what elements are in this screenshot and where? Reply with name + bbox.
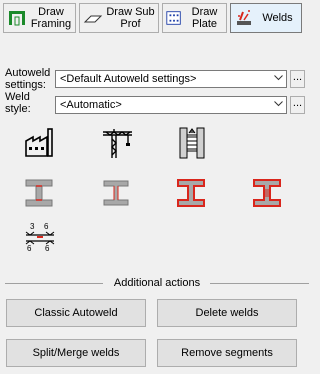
chevron-down-icon	[274, 101, 283, 107]
split-merge-welds-button[interactable]: Split/Merge welds	[6, 339, 146, 367]
separator-right	[210, 283, 309, 284]
weld-style-label: Weld style:	[5, 91, 31, 115]
weld-style-browse-button[interactable]: ...	[290, 96, 305, 114]
delete-welds-button[interactable]: Delete welds	[157, 299, 297, 327]
weld-symbol-top-right: 6	[44, 222, 49, 231]
weld-symbol-icon[interactable]: 3 6 6 6	[24, 221, 56, 253]
classic-autoweld-button[interactable]: Classic Autoweld	[6, 299, 146, 327]
remove-segments-button[interactable]: Remove segments	[157, 339, 297, 367]
autoweld-settings-browse-button[interactable]: ...	[290, 70, 305, 88]
weld-symbol-bottom-left: 6	[27, 244, 32, 253]
draw-sub-prof-label: Draw Sub Prof	[106, 6, 155, 30]
draw-framing-label: Draw Framing	[30, 6, 72, 30]
sub-profile-icon	[83, 15, 103, 23]
weld-symbol-top-left: 3	[30, 222, 35, 231]
weld-symbol-bottom-right: 6	[45, 244, 50, 253]
factory-icon[interactable]	[23, 127, 55, 159]
ibeam-red-outline-rotated-icon[interactable]	[251, 177, 283, 209]
framing-icon	[9, 11, 25, 26]
welds-label: Welds	[262, 12, 293, 24]
draw-framing-button[interactable]: Draw Framing	[3, 3, 76, 33]
weld-style-select[interactable]: <Automatic>	[55, 96, 287, 114]
ibeam-red-outline-icon[interactable]	[175, 177, 207, 209]
autoweld-settings-select[interactable]: <Default Autoweld settings>	[55, 70, 287, 88]
draw-plate-label: Draw Plate	[191, 6, 218, 30]
weld-joint-icon[interactable]	[176, 127, 208, 159]
chevron-down-icon	[274, 75, 283, 81]
draw-sub-prof-button[interactable]: Draw Sub Prof	[79, 3, 159, 33]
autoweld-settings-value: <Default Autoweld settings>	[60, 73, 197, 85]
weld-style-value: <Automatic>	[60, 99, 122, 111]
ibeam-gray-icon[interactable]	[23, 177, 55, 209]
plate-icon	[166, 11, 181, 25]
crane-icon[interactable]	[102, 127, 134, 159]
autoweld-settings-label: Autoweld settings:	[5, 67, 51, 91]
welds-button[interactable]: Welds	[230, 3, 302, 33]
ibeam-gray-small-icon[interactable]	[100, 177, 132, 209]
welds-icon	[237, 10, 251, 25]
draw-plate-button[interactable]: Draw Plate	[162, 3, 227, 33]
